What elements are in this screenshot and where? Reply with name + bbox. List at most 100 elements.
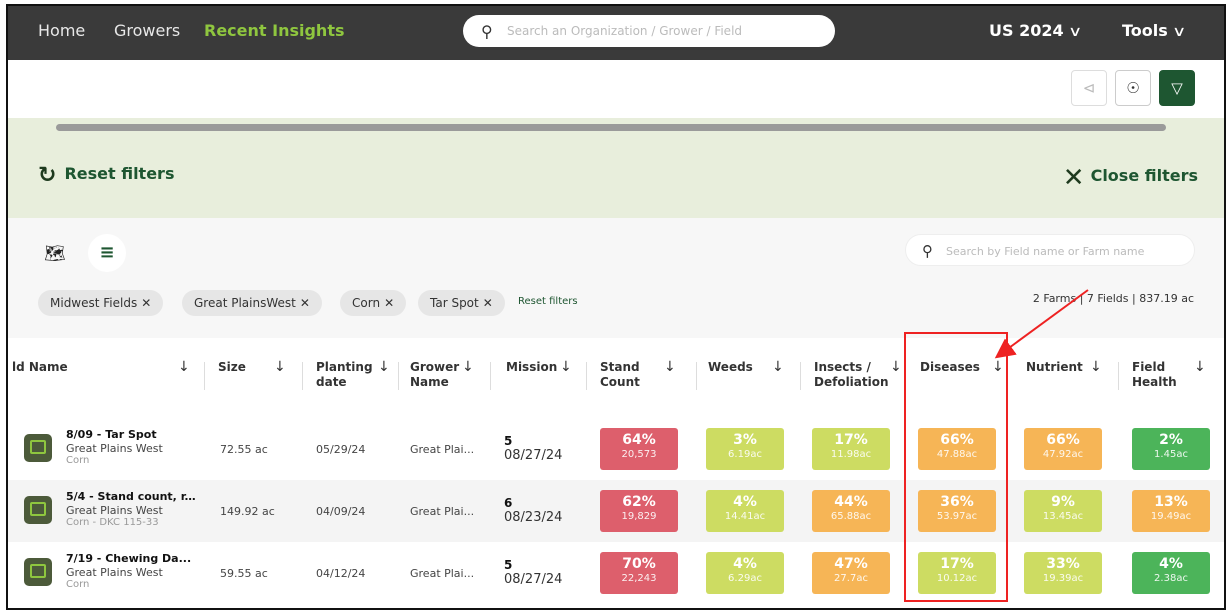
map-view-icon[interactable]: 🗺: [44, 244, 66, 264]
close-icon[interactable]: ✕: [483, 296, 493, 310]
column-divider: [586, 362, 587, 390]
col-label: Insects /: [814, 360, 871, 374]
season-dropdown[interactable]: US 2024 ∨: [989, 21, 1082, 40]
metric-value: 6.29ac: [728, 573, 762, 584]
health-metric[interactable]: 4% 2.38ac: [1132, 552, 1210, 594]
weeds-metric[interactable]: 4% 6.29ac: [706, 552, 784, 594]
field-name[interactable]: 5/4 - Stand count, r...: [66, 490, 196, 503]
field-search[interactable]: ⚲: [905, 234, 1195, 266]
metric-value: 47.92ac: [1042, 449, 1084, 460]
filter-chip[interactable]: Midwest Fields ✕: [38, 290, 164, 316]
metric-value: 19.39ac: [1042, 573, 1084, 584]
list-view-icon[interactable]: ≡: [88, 234, 126, 272]
sort-arrow-icon[interactable]: ↓: [1194, 360, 1206, 375]
nav-recent-insights[interactable]: Recent Insights: [204, 21, 344, 40]
global-search-input[interactable]: [507, 21, 817, 41]
size-cell: 59.55 ac: [220, 567, 268, 580]
column-divider: [1118, 362, 1119, 390]
season-label: US 2024: [989, 21, 1064, 40]
metric-percent: 13%: [1154, 494, 1188, 510]
planting-date-cell: 04/09/24: [316, 505, 366, 518]
metric-percent: 62%: [622, 494, 656, 510]
visibility-button[interactable]: ☉: [1115, 70, 1151, 106]
col-nutrient[interactable]: Nutrient ↓: [1026, 360, 1116, 375]
col-insects-defoliation[interactable]: Insects / Defoliation ↓: [814, 360, 904, 390]
filter-chip[interactable]: Great PlainsWest ✕: [182, 290, 322, 316]
field-name[interactable]: 7/19 - Chewing Da...: [66, 552, 196, 565]
insects-metric[interactable]: 47% 27.7ac: [812, 552, 890, 594]
sort-arrow-icon[interactable]: ↓: [664, 360, 676, 375]
horizontal-scrollbar[interactable]: [56, 124, 1166, 131]
col-field-name[interactable]: ld Name ↓: [12, 360, 192, 375]
close-icon[interactable]: ✕: [384, 296, 394, 310]
table-row[interactable]: 5/4 - Stand count, r... Great Plains West…: [8, 480, 1224, 542]
sort-arrow-icon[interactable]: ↓: [378, 360, 390, 375]
col-weeds[interactable]: Weeds ↓: [708, 360, 788, 375]
health-metric[interactable]: 13% 19.49ac: [1132, 490, 1210, 532]
col-label: Stand: [600, 360, 640, 374]
col-grower-name[interactable]: Grower Name ↓: [410, 360, 486, 390]
share-button[interactable]: ⊲: [1071, 70, 1107, 106]
nav-home[interactable]: Home: [38, 21, 85, 40]
col-label: ld Name: [12, 360, 68, 374]
metric-percent: 44%: [834, 494, 868, 510]
sort-arrow-icon[interactable]: ↓: [274, 360, 286, 375]
insects-metric[interactable]: 44% 65.88ac: [812, 490, 890, 532]
filter-chip[interactable]: Corn ✕: [340, 290, 407, 316]
grower-cell: Great Plai...: [410, 567, 475, 580]
col-size[interactable]: Size ↓: [218, 360, 288, 375]
col-planting-date[interactable]: Planting date ↓: [316, 360, 396, 390]
chip-label: Midwest Fields: [50, 296, 138, 310]
nutrient-metric[interactable]: 33% 19.39ac: [1024, 552, 1102, 594]
sort-arrow-icon[interactable]: ↓: [560, 360, 572, 375]
col-label: Size: [218, 360, 246, 374]
metric-value: 19,829: [621, 511, 657, 522]
col-stand-count[interactable]: Stand Count ↓: [600, 360, 680, 390]
search-icon: ⚲: [481, 22, 493, 41]
col-label: Count: [600, 375, 640, 389]
insects-metric[interactable]: 17% 11.98ac: [812, 428, 890, 470]
col-label: Field: [1132, 360, 1166, 374]
field-name[interactable]: 8/09 - Tar Spot: [66, 428, 196, 441]
toolbar-band: ⊲ ☉ ▽: [8, 60, 1224, 118]
search-icon: ⚲: [922, 242, 933, 260]
stand-metric[interactable]: 70% 22,243: [600, 552, 678, 594]
metric-percent: 70%: [622, 556, 656, 572]
table-row[interactable]: 8/09 - Tar Spot Great Plains West Corn 72.5…: [8, 418, 1224, 480]
reset-filters-button[interactable]: ↻ Reset filters: [38, 163, 174, 188]
close-icon[interactable]: ✕: [300, 296, 310, 310]
col-label: Nutrient: [1026, 360, 1083, 374]
weeds-metric[interactable]: 3% 6.19ac: [706, 428, 784, 470]
filter-button[interactable]: ▽: [1159, 70, 1195, 106]
global-search[interactable]: ⚲: [463, 15, 835, 47]
close-filters-button[interactable]: ✕ Close filters: [1063, 163, 1198, 193]
sort-arrow-icon[interactable]: ↓: [178, 360, 190, 375]
health-metric[interactable]: 2% 1.45ac: [1132, 428, 1210, 470]
filter-chip[interactable]: Tar Spot ✕: [418, 290, 505, 316]
metric-percent: 66%: [1046, 432, 1080, 448]
sort-arrow-icon[interactable]: ↓: [462, 360, 474, 375]
farm-name: Great Plains West: [66, 504, 163, 517]
col-label: Weeds: [708, 360, 753, 374]
sort-arrow-icon[interactable]: ↓: [1090, 360, 1102, 375]
chip-label: Tar Spot: [430, 296, 479, 310]
col-label: Grower: [410, 360, 460, 374]
close-icon[interactable]: ✕: [141, 296, 151, 310]
field-search-input[interactable]: [946, 241, 1182, 261]
table-row[interactable]: 7/19 - Chewing Da... Great Plains West Cor…: [8, 542, 1224, 604]
col-field-health[interactable]: Field Health ↓: [1132, 360, 1222, 390]
stand-metric[interactable]: 64% 20,573: [600, 428, 678, 470]
filters-panel: ↻ Reset filters ✕ Close filters: [8, 118, 1224, 218]
col-mission[interactable]: Mission ↓: [506, 360, 586, 375]
reset-chips-link[interactable]: Reset filters: [518, 296, 578, 307]
tools-dropdown[interactable]: Tools ∨: [1122, 21, 1186, 40]
nutrient-metric[interactable]: 66% 47.92ac: [1024, 428, 1102, 470]
col-label: Planting: [316, 360, 373, 374]
mission-number: 5: [504, 558, 513, 572]
nav-growers[interactable]: Growers: [114, 21, 180, 40]
weeds-metric[interactable]: 4% 14.41ac: [706, 490, 784, 532]
sort-arrow-icon[interactable]: ↓: [890, 360, 902, 375]
sort-arrow-icon[interactable]: ↓: [772, 360, 784, 375]
nutrient-metric[interactable]: 9% 13.45ac: [1024, 490, 1102, 532]
stand-metric[interactable]: 62% 19,829: [600, 490, 678, 532]
